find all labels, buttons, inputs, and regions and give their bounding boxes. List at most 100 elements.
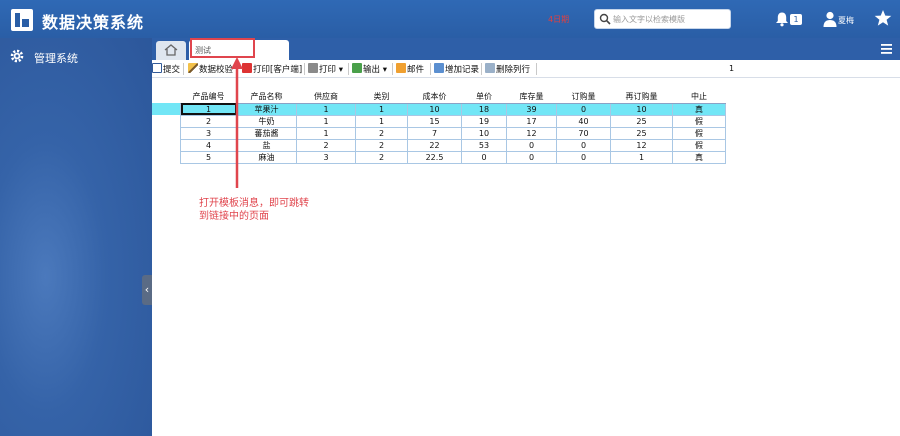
annotation-line: 到链接中的页面 bbox=[199, 211, 269, 222]
column-header: 类别 bbox=[355, 91, 408, 104]
table-cell[interactable]: 25 bbox=[610, 126, 673, 140]
column-header: 单价 bbox=[461, 91, 507, 104]
delete-row-icon bbox=[485, 63, 495, 73]
table-header-row: 产品编号 产品名称 供应商 类别 成本价 单价 库存量 订购量 再订购量 中止 bbox=[180, 91, 726, 104]
table-cell[interactable]: 0 bbox=[556, 102, 611, 116]
table-cell[interactable]: 1 bbox=[355, 114, 408, 128]
tab-strip: 测试 bbox=[152, 38, 900, 60]
table-cell[interactable]: 70 bbox=[556, 126, 611, 140]
toolbar-divider bbox=[430, 63, 431, 75]
delete-row-button[interactable]: 删除列行 bbox=[485, 63, 530, 76]
toolbar-divider bbox=[348, 63, 349, 75]
home-icon bbox=[164, 44, 178, 56]
table-cell[interactable]: 真 bbox=[672, 102, 726, 116]
table-cell[interactable]: 40 bbox=[556, 114, 611, 128]
table-row[interactable]: 4 盐 2 2 22 53 0 0 12 假 bbox=[180, 138, 726, 152]
header-red-note: 4日期 bbox=[548, 15, 570, 24]
gear-icon bbox=[10, 49, 24, 63]
star-icon[interactable] bbox=[874, 9, 892, 27]
top-bar: 数据决策系统 4日期 1 夏梅 bbox=[0, 0, 900, 38]
user-icon[interactable] bbox=[823, 11, 837, 27]
table-cell[interactable]: 18 bbox=[461, 102, 507, 116]
add-record-button[interactable]: 增加记录 bbox=[434, 63, 479, 76]
tab-home[interactable] bbox=[156, 41, 186, 60]
table-cell[interactable]: 12 bbox=[610, 138, 673, 152]
table-cell[interactable]: 1 bbox=[610, 150, 673, 164]
table-cell[interactable]: 假 bbox=[672, 126, 726, 140]
table-cell[interactable]: 2 bbox=[355, 150, 408, 164]
table-cell[interactable]: 0 bbox=[506, 150, 557, 164]
logo-icon bbox=[11, 9, 33, 31]
table-cell[interactable]: 0 bbox=[556, 150, 611, 164]
table-cell[interactable]: 19 bbox=[461, 114, 507, 128]
table-row[interactable]: 5 麻油 3 2 22.5 0 0 0 1 真 bbox=[180, 150, 726, 164]
table-cell[interactable]: 0 bbox=[506, 138, 557, 152]
table-cell[interactable]: 7 bbox=[407, 126, 462, 140]
validate-button[interactable]: 数据校验 bbox=[188, 63, 233, 76]
sidebar-item-label: 管理系统 bbox=[34, 52, 78, 65]
search-input[interactable] bbox=[613, 12, 727, 26]
table-cell[interactable]: 2 bbox=[296, 138, 356, 152]
mail-icon bbox=[396, 63, 406, 73]
table-cell[interactable]: 12 bbox=[506, 126, 557, 140]
report-toolbar: 提交 数据校验 打印[客户端] 打印 ▾ 输出 ▾ 邮件 增加记录 删除列行 1 bbox=[152, 60, 900, 78]
table-cell[interactable]: 0 bbox=[461, 150, 507, 164]
table-cell[interactable]: 3 bbox=[296, 150, 356, 164]
table-row[interactable]: 3 蕃茄酱 1 2 7 10 12 70 25 假 bbox=[180, 126, 726, 140]
table-cell[interactable]: 22.5 bbox=[407, 150, 462, 164]
table-cell[interactable]: 1 bbox=[296, 114, 356, 128]
selected-row-highlight bbox=[152, 103, 180, 115]
column-header: 成本价 bbox=[407, 91, 462, 104]
table-cell[interactable]: 10 bbox=[407, 102, 462, 116]
table-cell[interactable]: 0 bbox=[556, 138, 611, 152]
table-cell[interactable]: 2 bbox=[355, 126, 408, 140]
table-row[interactable]: 1 苹果汁 1 1 10 18 39 0 10 真 bbox=[180, 102, 726, 116]
table-cell[interactable]: 17 bbox=[506, 114, 557, 128]
page-number: 1 bbox=[729, 64, 735, 73]
table-cell[interactable]: 假 bbox=[672, 114, 726, 128]
template-search[interactable] bbox=[594, 9, 731, 29]
toolbar-divider bbox=[304, 63, 305, 75]
notification-badge[interactable]: 1 bbox=[790, 14, 802, 25]
export-button[interactable]: 输出 ▾ bbox=[352, 63, 387, 76]
annotation-highlight-box bbox=[190, 38, 255, 58]
printer-icon bbox=[308, 63, 318, 73]
sidebar: 管理系统 ‹ bbox=[0, 38, 152, 436]
report-content: 产品编号 产品名称 供应商 类别 成本价 单价 库存量 订购量 再订购量 中止 … bbox=[152, 78, 900, 436]
annotation-arrow bbox=[231, 57, 243, 188]
table-cell[interactable]: 39 bbox=[506, 102, 557, 116]
submit-button[interactable]: 提交 bbox=[152, 63, 180, 76]
print-button[interactable]: 打印 ▾ bbox=[308, 63, 343, 76]
app-title: 数据决策系统 bbox=[42, 13, 145, 32]
table-cell[interactable]: 1 bbox=[296, 126, 356, 140]
sidebar-item-management[interactable]: 管理系统 bbox=[0, 46, 152, 68]
user-name[interactable]: 夏梅 bbox=[838, 15, 854, 26]
column-header: 中止 bbox=[672, 91, 726, 104]
table-cell[interactable]: 15 bbox=[407, 114, 462, 128]
table-cell[interactable]: 10 bbox=[461, 126, 507, 140]
toolbar-divider bbox=[392, 63, 393, 75]
search-icon[interactable] bbox=[599, 13, 611, 25]
table-cell[interactable]: 25 bbox=[610, 114, 673, 128]
table-cell[interactable]: 1 bbox=[296, 102, 356, 116]
column-header: 库存量 bbox=[506, 91, 557, 104]
column-header: 订购量 bbox=[556, 91, 611, 104]
table-cell[interactable]: 1 bbox=[355, 102, 408, 116]
column-header: 再订购量 bbox=[610, 91, 673, 104]
table-cell[interactable]: 真 bbox=[672, 150, 726, 164]
bell-icon[interactable] bbox=[774, 11, 790, 27]
table-cell[interactable]: 53 bbox=[461, 138, 507, 152]
save-icon bbox=[152, 63, 162, 73]
toolbar-divider bbox=[536, 63, 537, 75]
annotation-text: 打开模板消息，即可跳转 到链接中的页面 bbox=[199, 197, 319, 223]
menu-icon[interactable] bbox=[881, 44, 892, 54]
print-client-button[interactable]: 打印[客户端] bbox=[242, 63, 302, 76]
table-row[interactable]: 2 牛奶 1 1 15 19 17 40 25 假 bbox=[180, 114, 726, 128]
add-record-icon bbox=[434, 63, 444, 73]
table-cell[interactable]: 2 bbox=[355, 138, 408, 152]
table-cell[interactable]: 10 bbox=[610, 102, 673, 116]
table-cell[interactable]: 22 bbox=[407, 138, 462, 152]
mail-button[interactable]: 邮件 bbox=[396, 63, 424, 76]
table-cell[interactable]: 假 bbox=[672, 138, 726, 152]
collapse-sidebar-button[interactable]: ‹ bbox=[142, 275, 152, 305]
